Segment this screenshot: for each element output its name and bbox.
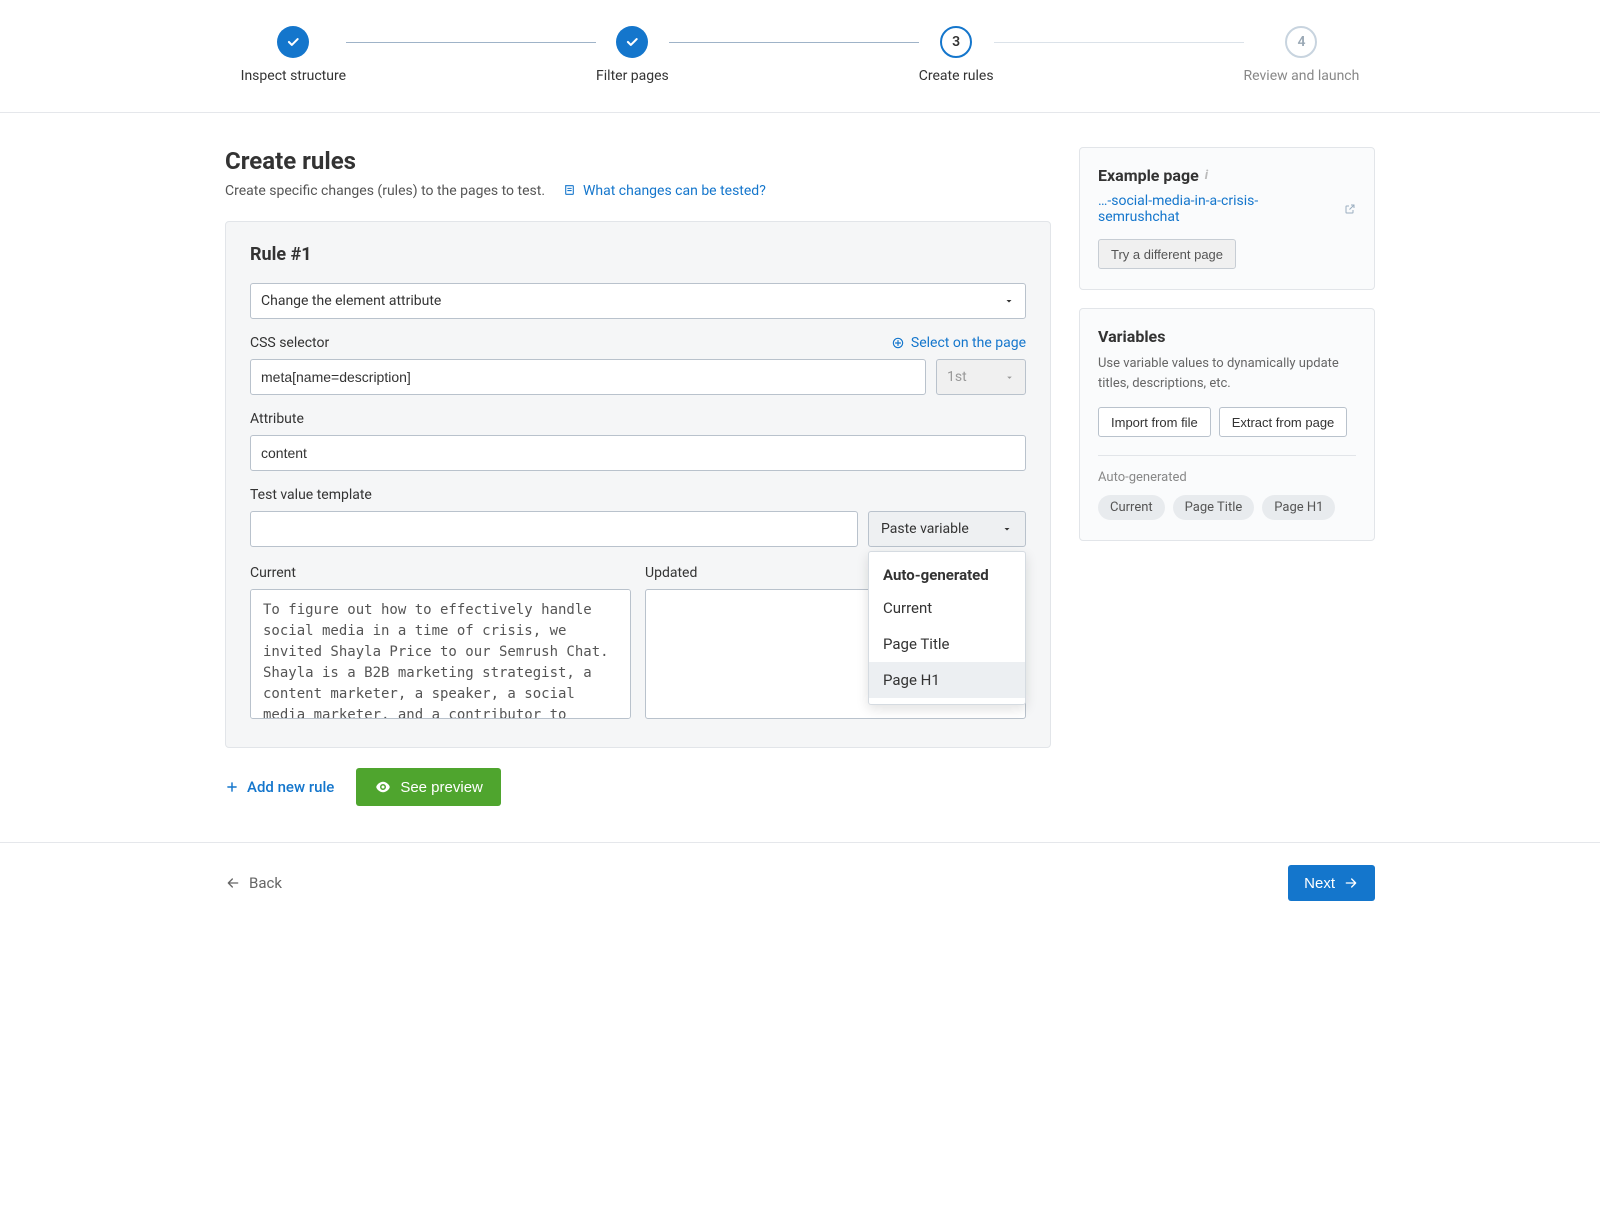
eye-icon: [374, 778, 392, 796]
nth-select[interactable]: 1st: [936, 359, 1026, 395]
step-label: Inspect structure: [241, 68, 346, 84]
step-number: 4: [1285, 26, 1317, 58]
arrow-right-icon: [1343, 875, 1359, 891]
attribute-input[interactable]: [250, 435, 1026, 471]
css-selector-input[interactable]: [250, 359, 926, 395]
subtitle-text: Create specific changes (rules) to the p…: [225, 183, 545, 199]
plus-icon: [225, 780, 239, 794]
page-title: Create rules: [225, 147, 1051, 175]
action-select-value: Change the element attribute: [261, 293, 441, 309]
tvt-input[interactable]: [250, 511, 858, 547]
css-selector-label: CSS selector: [250, 335, 329, 351]
current-textarea: [250, 589, 631, 719]
variables-card: Variables Use variable values to dynamic…: [1079, 308, 1375, 541]
step-number: 3: [940, 26, 972, 58]
rule-title: Rule #1: [250, 244, 1026, 265]
check-icon: [277, 26, 309, 58]
add-rule-text: Add new rule: [247, 778, 334, 796]
step-connector: [994, 42, 1244, 43]
step-connector: [346, 42, 596, 43]
example-link-text: …-social-media-in-a-crisis-semrushchat: [1098, 193, 1338, 225]
example-page-card: Example page i …-social-media-in-a-crisi…: [1079, 147, 1375, 290]
chevron-down-icon: [1004, 372, 1015, 383]
select-on-page-text: Select on the page: [911, 335, 1026, 351]
external-link-icon: [1344, 203, 1356, 215]
chips: Current Page Title Page H1: [1098, 495, 1356, 520]
divider: [1098, 455, 1356, 456]
chevron-down-icon: [1003, 295, 1015, 307]
page-subtitle: Create specific changes (rules) to the p…: [225, 183, 1051, 199]
try-different-page-button[interactable]: Try a different page: [1098, 239, 1236, 269]
current-label: Current: [250, 565, 631, 581]
paste-variable-text: Paste variable: [881, 521, 969, 537]
rule-card: Rule #1 Change the element attribute CSS…: [225, 221, 1051, 748]
paste-variable-dropdown: Auto-generated Current Page Title Page H…: [868, 551, 1026, 705]
example-page-link[interactable]: …-social-media-in-a-crisis-semrushchat: [1098, 193, 1356, 225]
extract-from-page-button[interactable]: Extract from page: [1219, 407, 1348, 437]
chip-page-title[interactable]: Page Title: [1173, 495, 1255, 520]
variables-title: Variables: [1098, 327, 1356, 346]
variables-desc: Use variable values to dynamically updat…: [1098, 354, 1356, 393]
help-link[interactable]: What changes can be tested?: [563, 183, 766, 199]
nth-value: 1st: [947, 369, 967, 385]
target-icon: [891, 336, 905, 350]
step-inspect[interactable]: Inspect structure: [241, 26, 346, 84]
paste-variable-button[interactable]: Paste variable: [868, 511, 1026, 547]
dropdown-item-page-title[interactable]: Page Title: [869, 626, 1025, 662]
next-button[interactable]: Next: [1288, 865, 1375, 901]
step-label: Review and launch: [1244, 68, 1360, 84]
select-on-page-link[interactable]: Select on the page: [891, 335, 1026, 351]
dropdown-header: Auto-generated: [869, 558, 1025, 590]
chip-page-h1[interactable]: Page H1: [1262, 495, 1335, 520]
step-review: 4 Review and launch: [1244, 26, 1360, 84]
autogen-label: Auto-generated: [1098, 470, 1356, 485]
dropdown-item-page-h1[interactable]: Page H1: [869, 662, 1025, 698]
attribute-label: Attribute: [250, 411, 304, 427]
chevron-down-icon: [1001, 523, 1013, 535]
check-icon: [616, 26, 648, 58]
step-filter[interactable]: Filter pages: [596, 26, 669, 84]
arrow-left-icon: [225, 875, 241, 891]
import-from-file-button[interactable]: Import from file: [1098, 407, 1211, 437]
book-icon: [563, 183, 579, 199]
dropdown-item-current[interactable]: Current: [869, 590, 1025, 626]
stepper: Inspect structure Filter pages 3 Create …: [0, 0, 1600, 113]
back-text: Back: [249, 874, 282, 892]
step-label: Create rules: [919, 68, 994, 84]
step-create[interactable]: 3 Create rules: [919, 26, 994, 84]
help-link-text: What changes can be tested?: [583, 183, 766, 199]
chip-current[interactable]: Current: [1098, 495, 1165, 520]
action-select[interactable]: Change the element attribute: [250, 283, 1026, 319]
info-icon[interactable]: i: [1205, 168, 1208, 183]
add-rule-button[interactable]: Add new rule: [225, 778, 334, 796]
back-button[interactable]: Back: [225, 874, 282, 892]
step-label: Filter pages: [596, 68, 669, 84]
footer: Back Next: [0, 842, 1600, 923]
see-preview-button[interactable]: See preview: [356, 768, 501, 806]
tvt-label: Test value template: [250, 487, 372, 503]
example-page-title: Example page i: [1098, 166, 1356, 185]
see-preview-text: See preview: [400, 779, 483, 796]
step-connector: [669, 42, 919, 43]
next-text: Next: [1304, 875, 1335, 892]
